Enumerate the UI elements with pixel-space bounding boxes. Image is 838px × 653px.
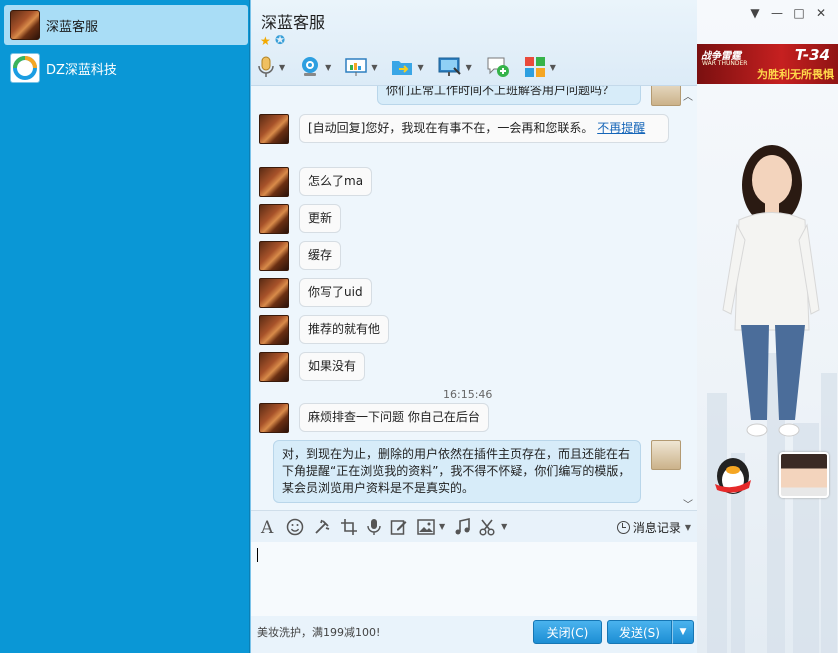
chat-footer: 美妆洗护，满199减100! 关闭(C) 发送(S) ▼ (251, 616, 697, 653)
avatar (259, 352, 289, 382)
file-transfer-button[interactable]: ▼ (391, 57, 424, 77)
avatar (259, 167, 289, 197)
input-toolbar: A ▼ ▼ 消息记录 ▼ (251, 510, 697, 542)
font-icon[interactable]: A (259, 518, 277, 536)
message-input[interactable] (251, 542, 697, 616)
chat-toolbar: ▼ ▼ ▼ ▼ ▼ ▼ (257, 52, 570, 82)
close-button[interactable]: 关闭(C) (533, 620, 602, 644)
avatar (651, 440, 681, 470)
qq-penguin-icon[interactable] (711, 450, 755, 496)
message-bubble: 你写了uid (299, 278, 372, 307)
message-item: 推荐的就有他 (259, 315, 390, 345)
minimize-icon[interactable]: — (766, 6, 788, 20)
conversation-name: 深蓝客服 (46, 19, 99, 35)
banner-slogan: 为胜利无所畏惧 (757, 68, 834, 81)
message-history[interactable]: ︿ 你们正常工作时间不上班解答用户问题吗？ [自动回复]您好，我现在有事不在，一… (251, 86, 697, 510)
show-avatar-figure (722, 145, 820, 437)
music-icon[interactable] (454, 517, 470, 536)
message-timestamp: 16:15:46 (443, 388, 493, 401)
scroll-down-icon[interactable]: ﹀ (683, 496, 693, 510)
window-controls: ▼ — □ ✕ (744, 6, 832, 20)
avatar (259, 241, 289, 271)
send-button[interactable]: 发送(S) (607, 620, 672, 644)
webcam-icon (302, 57, 319, 76)
screenshot-icon[interactable] (340, 518, 358, 536)
create-discussion-button[interactable] (486, 56, 510, 78)
message-item: 你们正常工作时间不上班解答用户问题吗？ (377, 86, 681, 106)
message-bubble: 怎么了ma (299, 167, 373, 196)
image-icon[interactable]: ▼ (417, 518, 445, 535)
message-item: 缓存 (259, 241, 342, 271)
send-options-dropdown[interactable]: ▼ (672, 620, 694, 644)
auto-reply-text: [自动回复]您好，我现在有事不在，一会再和您联系。 (308, 121, 594, 135)
screen-share-button[interactable]: ▼ (345, 57, 377, 77)
monitor-icon (438, 57, 461, 76)
shake-window-icon[interactable] (313, 518, 331, 536)
edit-note-icon[interactable] (390, 518, 408, 536)
avatar (259, 278, 289, 308)
conversation-list: 深蓝客服 DZ深蓝科技 (0, 0, 250, 653)
message-bubble: 麻烦排查一下问题 你自己在后台 (299, 403, 489, 432)
avatar (651, 86, 681, 106)
folder-arrow-icon (392, 61, 413, 75)
game-ad-banner[interactable]: 战争雷霆 WAR THUNDER T-34 为胜利无所畏惧 (697, 44, 838, 84)
message-history-button[interactable]: 消息记录 ▼ (616, 519, 691, 536)
message-item: [自动回复]您好，我现在有事不在，一会再和您联系。 不再提醒 (259, 114, 669, 144)
microphone-icon (258, 56, 274, 77)
voice-call-button[interactable]: ▼ (257, 56, 285, 78)
banner-tank: T-34 (794, 46, 830, 64)
scissors-icon[interactable]: ▼ (479, 518, 507, 536)
banner-game-subtitle: WAR THUNDER (702, 60, 748, 67)
scroll-up-icon[interactable]: ︿ (683, 88, 693, 103)
avatar (10, 10, 40, 40)
chat-header: 深蓝客服 ★ ✪ ▼ ▼ ▼ ▼ ▼ ▼ (251, 0, 697, 86)
chat-panel: 深蓝客服 ★ ✪ ▼ ▼ ▼ ▼ ▼ ▼ ︿ 你们正常工作时间不上班解答用户问题… (251, 0, 697, 653)
emoji-icon[interactable] (286, 518, 304, 536)
message-item: 如果没有 (259, 352, 366, 382)
conversation-name: DZ深蓝科技 (46, 62, 117, 78)
voice-message-icon[interactable] (367, 518, 381, 536)
history-label: 消息记录 (632, 521, 681, 535)
apps-grid-icon (524, 57, 545, 77)
my-avatar[interactable] (779, 452, 829, 498)
ad-text-link[interactable]: 美妆洗护，满199减100! (257, 624, 380, 640)
close-icon[interactable]: ✕ (810, 6, 832, 20)
message-bubble: 更新 (299, 204, 342, 233)
chat-add-icon (487, 57, 509, 77)
message-item: 怎么了ma (259, 167, 373, 197)
dont-remind-link[interactable]: 不再提醒 (597, 121, 645, 135)
message-item: 你写了uid (259, 278, 372, 308)
conversation-item-shenlan-kefu[interactable]: 深蓝客服 (4, 5, 248, 45)
message-bubble: 推荐的就有他 (299, 315, 390, 344)
remote-desktop-button[interactable]: ▼ (438, 57, 472, 77)
avatar (259, 403, 289, 433)
maximize-icon[interactable]: □ (788, 6, 810, 20)
clock-icon (616, 521, 630, 534)
presentation-icon (345, 58, 368, 76)
right-side-panel: ▼ — □ ✕ 战争雷霆 WAR THUNDER T-34 为胜利无所畏惧 (697, 0, 838, 653)
menu-dropdown-icon[interactable]: ▼ (744, 6, 766, 20)
message-bubble: 缓存 (299, 241, 342, 270)
message-item: 麻烦排查一下问题 你自己在后台 (259, 403, 489, 433)
message-bubble: 如果没有 (299, 352, 366, 381)
message-bubble: 对，到现在为止，删除的用户依然在插件主页存在，而且还能在右下角提醒“正在浏览我的… (273, 440, 641, 503)
star-icon[interactable]: ★ (260, 34, 271, 48)
message-item: 更新 (259, 204, 342, 234)
avatar (259, 315, 289, 345)
chat-title[interactable]: 深蓝客服 (261, 9, 325, 33)
message-bubble: [自动回复]您好，我现在有事不在，一会再和您联系。 不再提醒 (299, 114, 669, 143)
video-call-button[interactable]: ▼ (299, 56, 331, 78)
avatar (259, 204, 289, 234)
apps-button[interactable]: ▼ (524, 56, 556, 78)
qzone-icon[interactable]: ✪ (275, 33, 285, 47)
svg-text:A: A (260, 518, 274, 536)
message-bubble: 你们正常工作时间不上班解答用户问题吗？ (377, 86, 641, 105)
group-avatar-icon (10, 53, 40, 83)
text-cursor (257, 548, 258, 562)
message-item: 对，到现在为止，删除的用户依然在插件主页存在，而且还能在右下角提醒“正在浏览我的… (273, 440, 681, 503)
avatar (259, 114, 289, 144)
conversation-item-dz-shenlan[interactable]: DZ深蓝科技 (4, 48, 248, 88)
